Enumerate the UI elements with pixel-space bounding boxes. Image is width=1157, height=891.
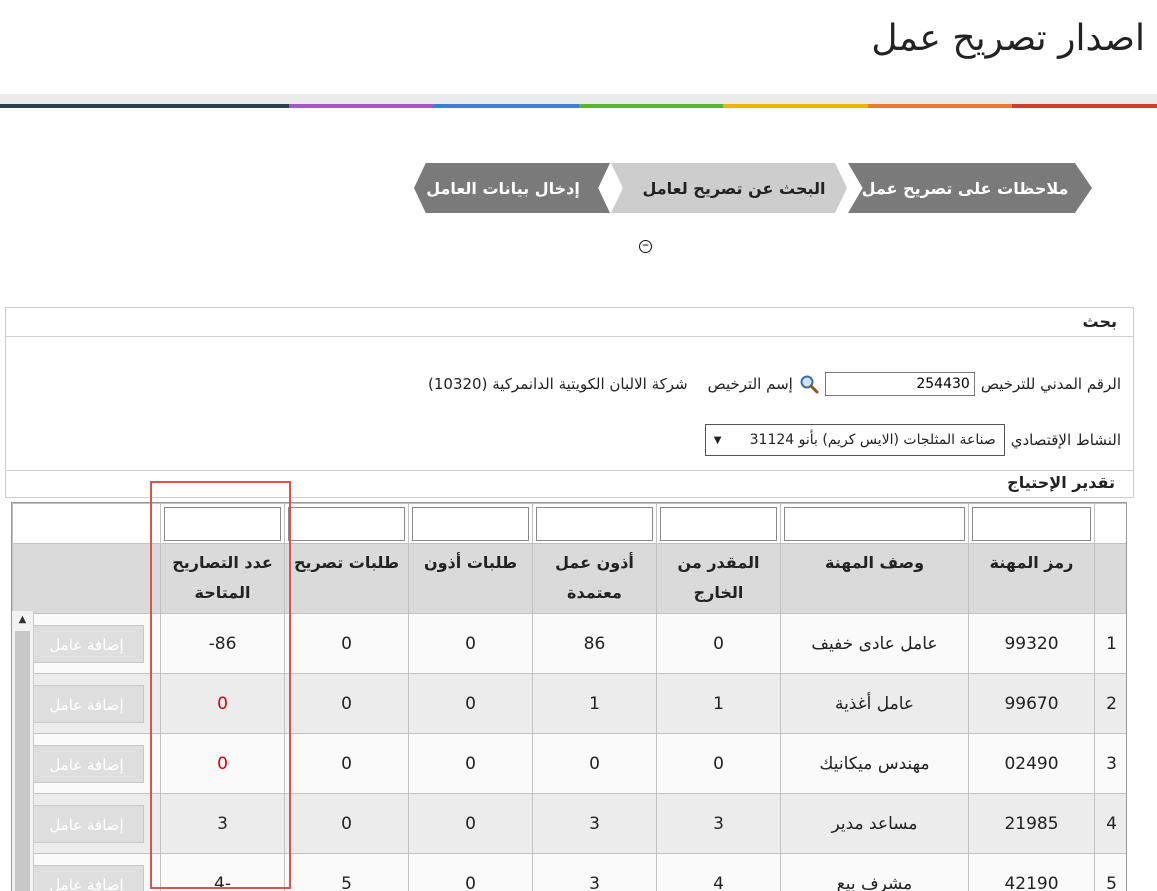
table-row: 4 21985 مساعد مدير 3 3 0 0 3 إضافة عامل <box>12 793 1126 854</box>
cell-desc: عامل أغذية <box>780 673 969 734</box>
scroll-thumb[interactable] <box>15 631 30 891</box>
cell-permit-requests: 0 <box>284 793 409 854</box>
table-row: 3 02490 مهندس ميكانيك 0 0 0 0 0 إضافة عامل <box>12 733 1126 794</box>
civil-number-input[interactable] <box>824 372 975 396</box>
table-row: 1 99320 عامل عادى خفيف 0 86 0 0 86- إضافة عامل <box>12 613 1126 674</box>
add-worker-button[interactable]: إضافة عامل <box>29 864 144 891</box>
cell-code: 99320 <box>968 613 1095 674</box>
add-worker-button[interactable]: إضافة عامل <box>29 684 144 723</box>
cell-approved: 0 <box>532 733 657 794</box>
civil-row: الرقم المدني للترخيص إسم الترخيص (10320)… <box>428 372 1121 396</box>
row-index: 5 <box>1094 853 1126 891</box>
cell-available: 3 <box>160 793 285 854</box>
search-header: بحث <box>6 308 1133 337</box>
license-name-label: إسم الترخيص <box>707 375 793 393</box>
row-index: 2 <box>1094 673 1126 734</box>
cell-code: 99670 <box>968 673 1095 734</box>
cell-code: 21985 <box>968 793 1095 854</box>
civil-label: الرقم المدني للترخيص <box>980 375 1121 393</box>
col-header-available[interactable]: عدد التصاريح المتاحة <box>160 543 285 614</box>
cell-approved: 1 <box>532 673 657 734</box>
activity-select-value: 31124 صناعة المثلجات (الايس كريم) بأنو <box>749 432 996 448</box>
row-index: 3 <box>1094 733 1126 794</box>
cell-estimated: 3 <box>656 793 781 854</box>
filter-permit-requests-input[interactable] <box>288 506 405 541</box>
need-grid: رمز المهنة وصف المهنة المقدر من الخارج أذ… <box>11 502 1127 891</box>
cell-available: -4 <box>160 853 285 891</box>
col-header-perm-requests[interactable]: طلبات أذون <box>408 543 533 614</box>
cell-perm-requests: 0 <box>408 673 533 734</box>
filter-estimated-input[interactable] <box>660 506 777 541</box>
grid-scrollbar[interactable]: ▲ <box>12 611 34 891</box>
wizard-step-search[interactable]: البحث عن تصريح لعامل <box>611 163 847 213</box>
table-row: 2 99670 عامل أغذية 1 1 0 0 0 إضافة عامل <box>12 673 1126 734</box>
company-name: (10320) شركة الالبان الكويتية الدانمركية <box>428 375 688 393</box>
activity-select[interactable]: 31124 صناعة المثلجات (الايس كريم) بأنو ▼ <box>704 424 1005 456</box>
cell-permit-requests: 0 <box>284 733 409 794</box>
wizard-step-notes[interactable]: ملاحظات على تصريح عمل <box>848 163 1092 213</box>
cell-available: 86- <box>160 613 285 674</box>
add-worker-button[interactable]: إضافة عامل <box>29 624 144 663</box>
cell-estimated: 0 <box>656 613 781 674</box>
collapse-icon[interactable]: − <box>639 240 652 253</box>
cell-approved: 86 <box>532 613 657 674</box>
filter-code-input[interactable] <box>972 506 1091 541</box>
cell-permit-requests: 5 <box>284 853 409 891</box>
cell-permit-requests: 0 <box>284 613 409 674</box>
col-header-desc[interactable]: وصف المهنة <box>780 543 969 614</box>
cell-approved: 3 <box>532 853 657 891</box>
add-worker-button[interactable]: إضافة عامل <box>29 744 144 783</box>
cell-estimated: 1 <box>656 673 781 734</box>
cell-available: 0 <box>160 733 285 794</box>
row-index: 4 <box>1094 793 1126 854</box>
filter-desc-input[interactable] <box>784 506 965 541</box>
scroll-up-icon[interactable]: ▲ <box>12 611 33 629</box>
cell-perm-requests: 0 <box>408 733 533 794</box>
cell-available: 0 <box>160 673 285 734</box>
cell-desc: مهندس ميكانيك <box>780 733 969 794</box>
search-icon[interactable] <box>799 374 819 394</box>
cell-desc: عامل عادى خفيف <box>780 613 969 674</box>
filter-approved-input[interactable] <box>536 506 653 541</box>
cell-estimated: 0 <box>656 733 781 794</box>
col-header-permit-requests[interactable]: طلبات تصريح <box>284 543 409 614</box>
cell-estimated: 4 <box>656 853 781 891</box>
filter-perm-requests-input[interactable] <box>412 506 529 541</box>
filter-available-input[interactable] <box>164 506 281 541</box>
table-row: 5 42190 مشرف بيع 4 3 0 5 -4 إضافة عامل <box>12 853 1126 891</box>
cell-desc: مساعد مدير <box>780 793 969 854</box>
col-header-estimated[interactable]: المقدر من الخارج <box>656 543 781 614</box>
search-panel: بحث الرقم المدني للترخيص إسم الترخيص (10… <box>5 307 1134 471</box>
cell-code: 02490 <box>968 733 1095 794</box>
cell-perm-requests: 0 <box>408 793 533 854</box>
cell-perm-requests: 0 <box>408 853 533 891</box>
wizard-step-enter-worker[interactable]: إدخال بيانات العامل <box>414 163 610 213</box>
cell-perm-requests: 0 <box>408 613 533 674</box>
col-header-code[interactable]: رمز المهنة <box>968 543 1095 614</box>
need-estimate-header: تقدير الإحتياج <box>5 470 1134 498</box>
header-color-bar <box>0 94 1157 108</box>
cell-desc: مشرف بيع <box>780 853 969 891</box>
activity-row: النشاط الإقتصادي 31124 صناعة المثلجات (ا… <box>697 424 1121 456</box>
cell-permit-requests: 0 <box>284 673 409 734</box>
activity-label: النشاط الإقتصادي <box>1010 431 1121 449</box>
add-worker-button[interactable]: إضافة عامل <box>29 804 144 843</box>
dropdown-arrow-icon: ▼ <box>713 434 722 446</box>
cell-code: 42190 <box>968 853 1095 891</box>
col-header-approved[interactable]: أذون عمل معتمدة <box>532 543 657 614</box>
row-index: 1 <box>1094 613 1126 674</box>
page-title: اصدار تصريح عمل <box>871 18 1145 59</box>
cell-approved: 3 <box>532 793 657 854</box>
